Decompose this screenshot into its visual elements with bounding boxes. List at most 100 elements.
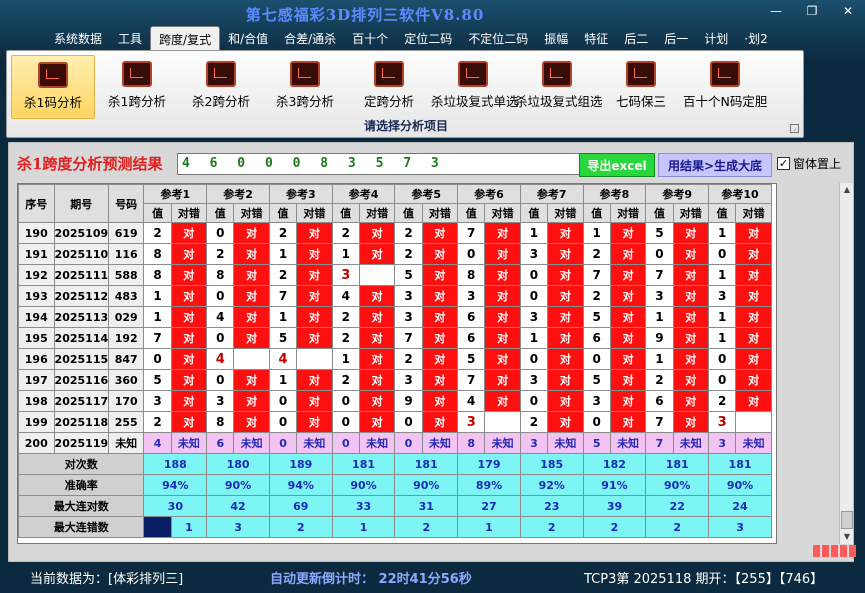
ribbon-tool-button[interactable]: 百十个N码定胆 [683, 55, 767, 119]
ref-value-cell: 8 [143, 243, 172, 265]
hit-cell: 对 [609, 285, 647, 307]
row-seq: 191 [18, 243, 55, 265]
stats-value: 2 [645, 516, 710, 538]
hit-cell: 对 [609, 243, 647, 265]
ref-value-cell: 2 [143, 222, 172, 244]
pin-window-checkbox[interactable]: ✓ [777, 157, 790, 170]
ribbon-tool-button[interactable]: 杀2跨分析 [179, 55, 263, 119]
menu-item[interactable]: 和/合值 [220, 26, 276, 50]
prediction-value-cell: 0 [331, 432, 360, 454]
prediction-value-cell: 0 [394, 432, 423, 454]
hit-cell: 对 [358, 348, 396, 370]
chart-analysis-icon [122, 61, 152, 87]
hit-cell: 对 [484, 390, 521, 412]
ref-value-cell: 3 [394, 285, 423, 307]
restore-button[interactable]: ❐ [805, 4, 819, 18]
menu-item[interactable]: 定位二码 [396, 26, 460, 50]
minimize-button[interactable]: — [769, 4, 783, 18]
ref-value-cell: 0 [708, 369, 737, 391]
hit-cell: 对 [484, 369, 521, 391]
menu-item[interactable]: 不定位二码 [460, 26, 536, 50]
miss-cell [358, 264, 396, 286]
scroll-down-icon[interactable]: ▼ [840, 530, 854, 544]
table-row: 198 2025117 170 3 对 3 对 0 对 0 对 9 对 4 对 0 对 3 对 6 对 2 对 [18, 390, 772, 412]
row-period: 2025118 [53, 411, 109, 433]
check-header: 对错 [484, 203, 521, 223]
ref-value-cell: 1 [645, 348, 674, 370]
ref-header: 参考10 [708, 184, 772, 204]
menu-item[interactable]: 后二 [616, 26, 656, 50]
menu-item[interactable]: 系统数据 [46, 26, 110, 50]
stats-value: 182 [582, 453, 647, 475]
ref-value-cell: 3 [394, 369, 423, 391]
ref-value-cell: 8 [206, 411, 235, 433]
close-button[interactable]: ✕ [841, 4, 855, 18]
hit-cell: 对 [672, 327, 710, 349]
progress-indicator [813, 545, 856, 557]
ref-value-cell: 1 [268, 306, 298, 328]
hit-cell: 对 [233, 264, 270, 286]
hit-cell: 对 [735, 285, 772, 307]
stats-row: 准确率 94% 90% 94% 90% 90% 89% 92% 91% 90% 90% [18, 474, 772, 496]
row-seq: 197 [18, 369, 55, 391]
menu-item[interactable]: ·划2 [736, 26, 775, 50]
ref-value-cell: 7 [645, 264, 674, 286]
hit-cell: 对 [484, 243, 521, 265]
ribbon-tool-button[interactable]: 杀1码分析 [11, 55, 95, 119]
ribbon-tool-button[interactable]: 杀1跨分析 [95, 55, 179, 119]
hit-cell: 对 [672, 285, 710, 307]
scrollbar-thumb[interactable] [841, 511, 853, 529]
scroll-up-icon[interactable]: ▲ [840, 183, 854, 197]
generate-base-button[interactable]: 用结果>生成大底 [658, 153, 772, 177]
progress-segment [840, 545, 847, 557]
ribbon-tool-button[interactable]: 杀垃圾复式组选 [515, 55, 603, 119]
prediction-unknown-cell: 未知 [609, 432, 647, 454]
ref-value-cell: 0 [206, 222, 235, 244]
ref-value-cell: 0 [331, 411, 360, 433]
menu-item[interactable]: 工具 [110, 26, 150, 50]
hit-cell: 对 [735, 348, 772, 370]
hit-cell: 对 [170, 390, 208, 412]
row-period: 2025116 [53, 369, 109, 391]
ref-header: 参考4 [331, 184, 396, 204]
ribbon-tool-label: 杀1码分析 [24, 95, 82, 110]
vertical-scrollbar[interactable]: ▲ ▼ [839, 183, 853, 544]
ribbon-tool-label: 七码保三 [615, 94, 666, 109]
ribbon-expand-icon[interactable]: ⌟ [790, 124, 799, 133]
value-header: 值 [582, 203, 611, 223]
hit-cell: 对 [484, 327, 521, 349]
prediction-unknown-cell: 未知 [421, 432, 459, 454]
row-period: 2025112 [53, 285, 109, 307]
ref-value-cell: 1 [268, 243, 298, 265]
analysis-panel: 杀1跨度分析预测结果 4 6 0 0 0 8 3 5 7 3 导出excel 用… [8, 142, 856, 562]
export-excel-button[interactable]: 导出excel [579, 153, 655, 177]
stats-value: 90% [206, 474, 270, 496]
ref-value-cell: 2 [708, 390, 737, 412]
menu-item[interactable]: 后一 [656, 26, 696, 50]
ref-value-cell: 4 [331, 285, 360, 307]
ref-value-cell: 7 [457, 369, 486, 391]
ribbon-tool-button[interactable]: 杀垃圾复式单选 [431, 55, 519, 119]
ribbon-tool-button[interactable]: 定跨分析 [347, 55, 431, 119]
hit-cell: 对 [609, 411, 647, 433]
stats-marker-cell [143, 516, 172, 538]
hit-cell: 对 [484, 264, 521, 286]
menu-item[interactable]: 跨度/复式 [150, 26, 221, 50]
result-field[interactable]: 4 6 0 0 0 8 3 5 7 3 [177, 153, 581, 175]
stats-row: 最大连对数 30 42 69 33 31 27 23 39 22 24 [18, 495, 772, 517]
stats-value: 179 [457, 453, 521, 475]
check-header: 对错 [233, 203, 270, 223]
pin-window-option[interactable]: ✓ 窗体置上 [777, 155, 841, 172]
menu-item[interactable]: 计划 [696, 26, 736, 50]
menu-item[interactable]: 振幅 [536, 26, 576, 50]
ribbon-tool-button[interactable]: 七码保三 [599, 55, 683, 119]
menu-item[interactable]: 特征 [576, 26, 616, 50]
menu-item[interactable]: 合差/通杀 [276, 26, 344, 50]
hit-cell: 对 [233, 390, 270, 412]
menu-item[interactable]: 百十个 [344, 26, 396, 50]
row-seq: 198 [18, 390, 55, 412]
hit-cell: 对 [358, 369, 396, 391]
ref-value-cell: 2 [268, 222, 298, 244]
ref-value-cell: 3 [708, 285, 737, 307]
ribbon-tool-button[interactable]: 杀3跨分析 [263, 55, 347, 119]
